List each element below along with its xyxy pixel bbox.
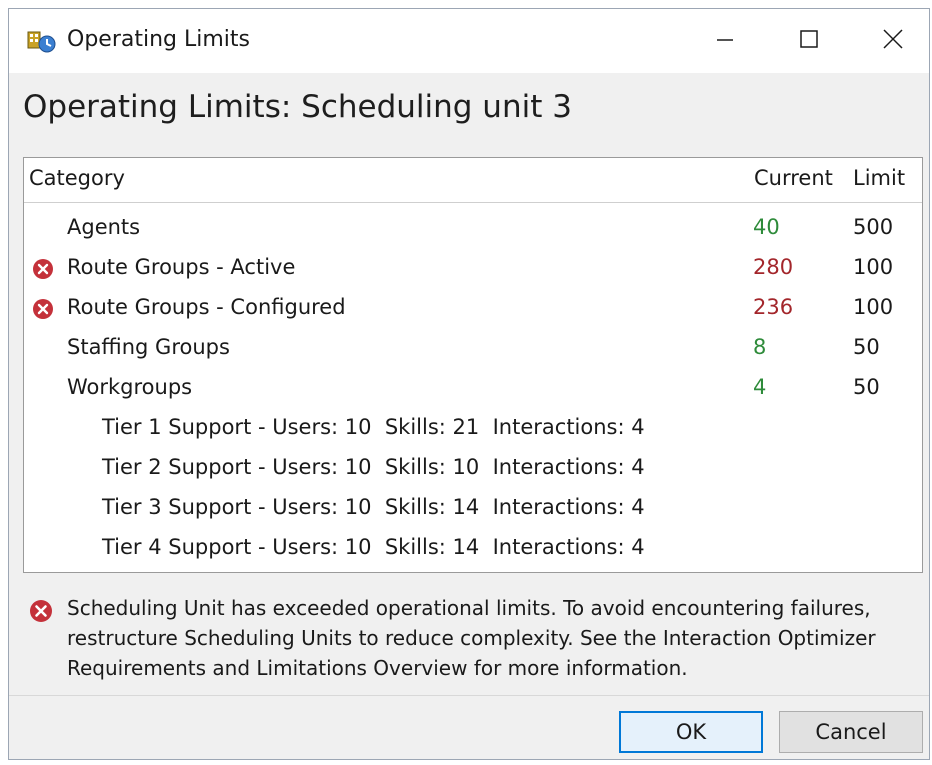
column-header-category[interactable]: Category [29, 166, 125, 190]
workgroup-detail-label: Tier 4 Support - Users: 10 Skills: 14 In… [102, 535, 645, 559]
category-label: Staffing Groups [67, 335, 230, 359]
list-item-workgroups[interactable]: Workgroups 4 50 [24, 370, 922, 410]
category-label: Workgroups [67, 375, 193, 399]
window-title: Operating Limits [67, 27, 250, 52]
error-icon [29, 599, 53, 623]
limit-value: 100 [853, 255, 894, 279]
limit-value: 100 [853, 295, 894, 319]
maximize-icon [799, 29, 819, 53]
workgroup-detail-item[interactable]: Tier 4 Support - Users: 10 Skills: 14 In… [24, 530, 922, 570]
limits-list[interactable]: Category Current Limit Agents 40 500 Rou… [23, 157, 923, 573]
current-value: 4 [753, 375, 767, 399]
operating-limits-dialog: Operating Limits Operating Limits: Sched… [8, 8, 930, 760]
category-label: Agents [67, 215, 141, 239]
maximize-button[interactable] [769, 9, 849, 73]
list-item-staffing-groups[interactable]: Staffing Groups 8 50 [24, 330, 922, 370]
close-icon [882, 28, 904, 54]
list-item-route-groups-active[interactable]: Route Groups - Active 280 100 [24, 250, 922, 290]
limit-value: 50 [853, 375, 880, 399]
category-label: Route Groups - Active [67, 255, 296, 279]
current-value: 280 [753, 255, 794, 279]
cancel-button[interactable]: Cancel [779, 711, 923, 753]
column-header-limit[interactable]: Limit [853, 166, 905, 190]
dialog-heading: Operating Limits: Scheduling unit 3 [23, 89, 572, 125]
list-item-agents[interactable]: Agents 40 500 [24, 210, 922, 250]
title-bar: Operating Limits [9, 9, 929, 73]
workgroup-detail-label: Tier 3 Support - Users: 10 Skills: 14 In… [102, 495, 645, 519]
ok-button[interactable]: OK [619, 711, 763, 753]
limit-value: 50 [853, 335, 880, 359]
column-header-current[interactable]: Current [754, 166, 833, 190]
workgroup-detail-item[interactable]: Tier 2 Support - Users: 10 Skills: 10 In… [24, 450, 922, 490]
error-icon [32, 298, 54, 320]
limit-value: 500 [853, 215, 894, 239]
minimize-icon [715, 29, 735, 53]
warning-message: Scheduling Unit has exceeded operational… [67, 596, 876, 680]
workgroup-detail-label: Tier 2 Support - Users: 10 Skills: 10 In… [102, 455, 645, 479]
scheduling-app-icon [27, 29, 57, 55]
footer-divider [9, 695, 929, 696]
minimize-button[interactable] [685, 9, 765, 73]
close-button[interactable] [853, 9, 932, 73]
category-label: Route Groups - Configured [67, 295, 346, 319]
current-value: 8 [753, 335, 767, 359]
list-item-route-groups-configured[interactable]: Route Groups - Configured 236 100 [24, 290, 922, 330]
workgroup-detail-item[interactable]: Tier 1 Support - Users: 10 Skills: 21 In… [24, 410, 922, 450]
workgroup-detail-label: Tier 1 Support - Users: 10 Skills: 21 In… [102, 415, 645, 439]
current-value: 236 [753, 295, 794, 319]
error-icon [32, 258, 54, 280]
list-header: Category Current Limit [24, 158, 922, 203]
current-value: 40 [753, 215, 780, 239]
workgroup-detail-item[interactable]: Tier 3 Support - Users: 10 Skills: 14 In… [24, 490, 922, 530]
